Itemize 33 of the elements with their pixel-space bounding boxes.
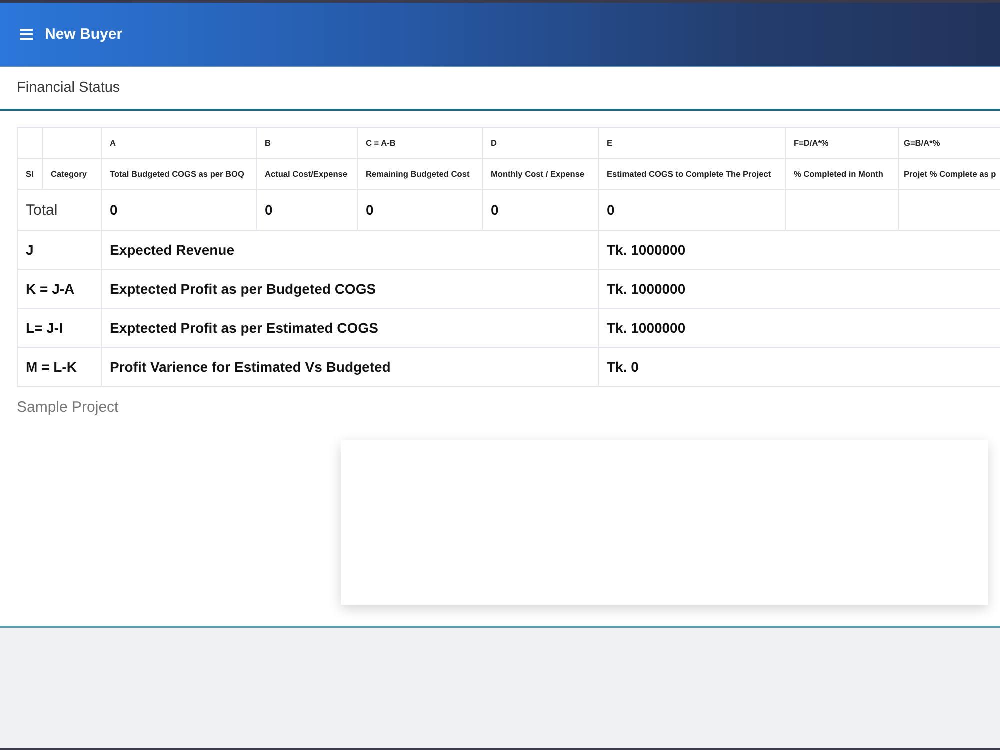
formula-header: A xyxy=(102,128,256,158)
formula-header: C = A-B xyxy=(358,128,482,158)
formula-header: B xyxy=(256,128,358,158)
column-header: Estimated COGS to Complete The Project xyxy=(598,158,786,190)
column-header: Remaining Budgeted Cost xyxy=(358,158,482,190)
table-cell: 0 xyxy=(482,190,598,230)
project-name: Sample Project xyxy=(17,398,119,418)
column-header: Category xyxy=(42,158,102,190)
table-cell: 0 xyxy=(102,190,256,230)
column-header: Total Budgeted COGS as per BOQ xyxy=(102,158,256,190)
row-code: L= J-I xyxy=(18,308,102,348)
table-cell: 0 xyxy=(598,190,786,230)
total-label: Total xyxy=(18,190,102,230)
formula-header: D xyxy=(482,128,598,158)
table-cell: 0 xyxy=(358,190,482,230)
formula-header: F=D/A*% xyxy=(786,128,898,158)
table-cell: 0 xyxy=(256,190,358,230)
row-description: Exptected Profit as per Budgeted COGS xyxy=(102,270,598,308)
formula-header: G=B/A*% xyxy=(898,128,1000,158)
formula-header: E xyxy=(598,128,786,158)
row-code: M = L-K xyxy=(18,348,102,386)
column-header: Actual Cost/Expense xyxy=(256,158,358,190)
menu-icon[interactable] xyxy=(20,29,33,40)
row-description: Expected Revenue xyxy=(102,230,598,270)
row-code: K = J-A xyxy=(18,270,102,308)
row-code: J xyxy=(18,230,102,270)
column-header: SI xyxy=(18,158,42,190)
row-description: Exptected Profit as per Estimated COGS xyxy=(102,308,598,348)
page-title: New Buyer xyxy=(45,26,123,43)
column-header: % Completed in Month xyxy=(786,158,898,190)
section-title: Financial Status xyxy=(17,80,120,96)
row-description: Profit Varience for Estimated Vs Budgeted xyxy=(102,348,598,386)
column-header: Monthly Cost / Expense xyxy=(482,158,598,190)
